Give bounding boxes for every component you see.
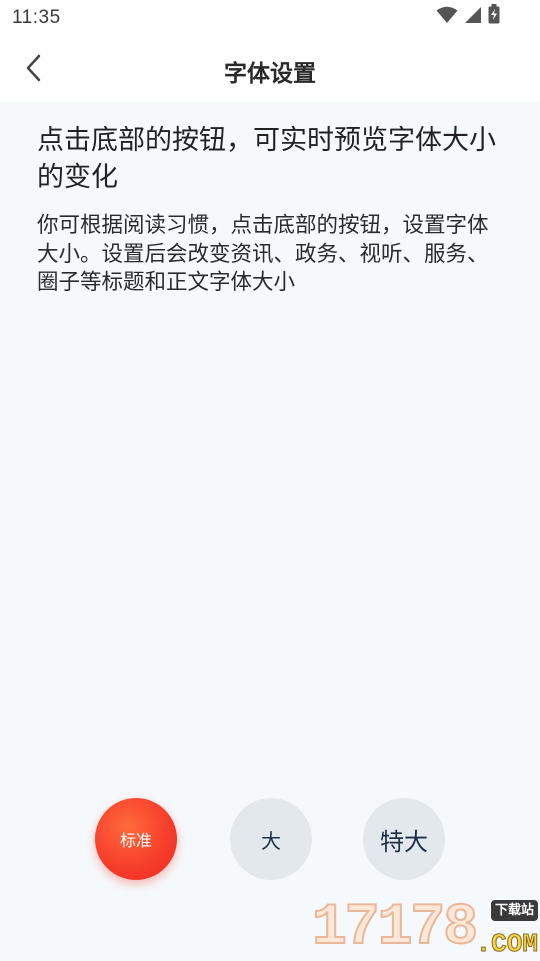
nav-bar: 字体设置 — [0, 36, 540, 102]
font-size-extra-large-button[interactable]: 特大 — [363, 798, 445, 880]
cellular-signal-icon — [464, 6, 482, 28]
status-icons — [436, 4, 500, 28]
watermark-logo: 17178 下载站 .COM — [311, 896, 539, 961]
battery-charging-icon — [488, 4, 500, 28]
watermark-digits: 17178 — [311, 896, 479, 961]
font-size-large-button[interactable]: 大 — [230, 798, 312, 880]
watermark-tag: 下载站 — [490, 900, 538, 921]
wifi-icon — [436, 6, 458, 28]
page-title: 字体设置 — [224, 60, 316, 87]
status-bar: 11:35 — [0, 0, 540, 36]
preview-body: 你可根据阅读习惯，点击底部的按钮，设置字体大小。设置后会改变资讯、政务、视听、服… — [37, 213, 489, 295]
font-size-standard-button[interactable]: 标准 — [95, 798, 177, 880]
preview-title: 点击底部的按钮，可实时预览字体大小的变化 — [37, 125, 496, 193]
status-time: 11:35 — [12, 7, 61, 28]
watermark-suffix: .COM — [475, 929, 538, 959]
font-size-options: 标准 大 特大 — [0, 798, 540, 882]
